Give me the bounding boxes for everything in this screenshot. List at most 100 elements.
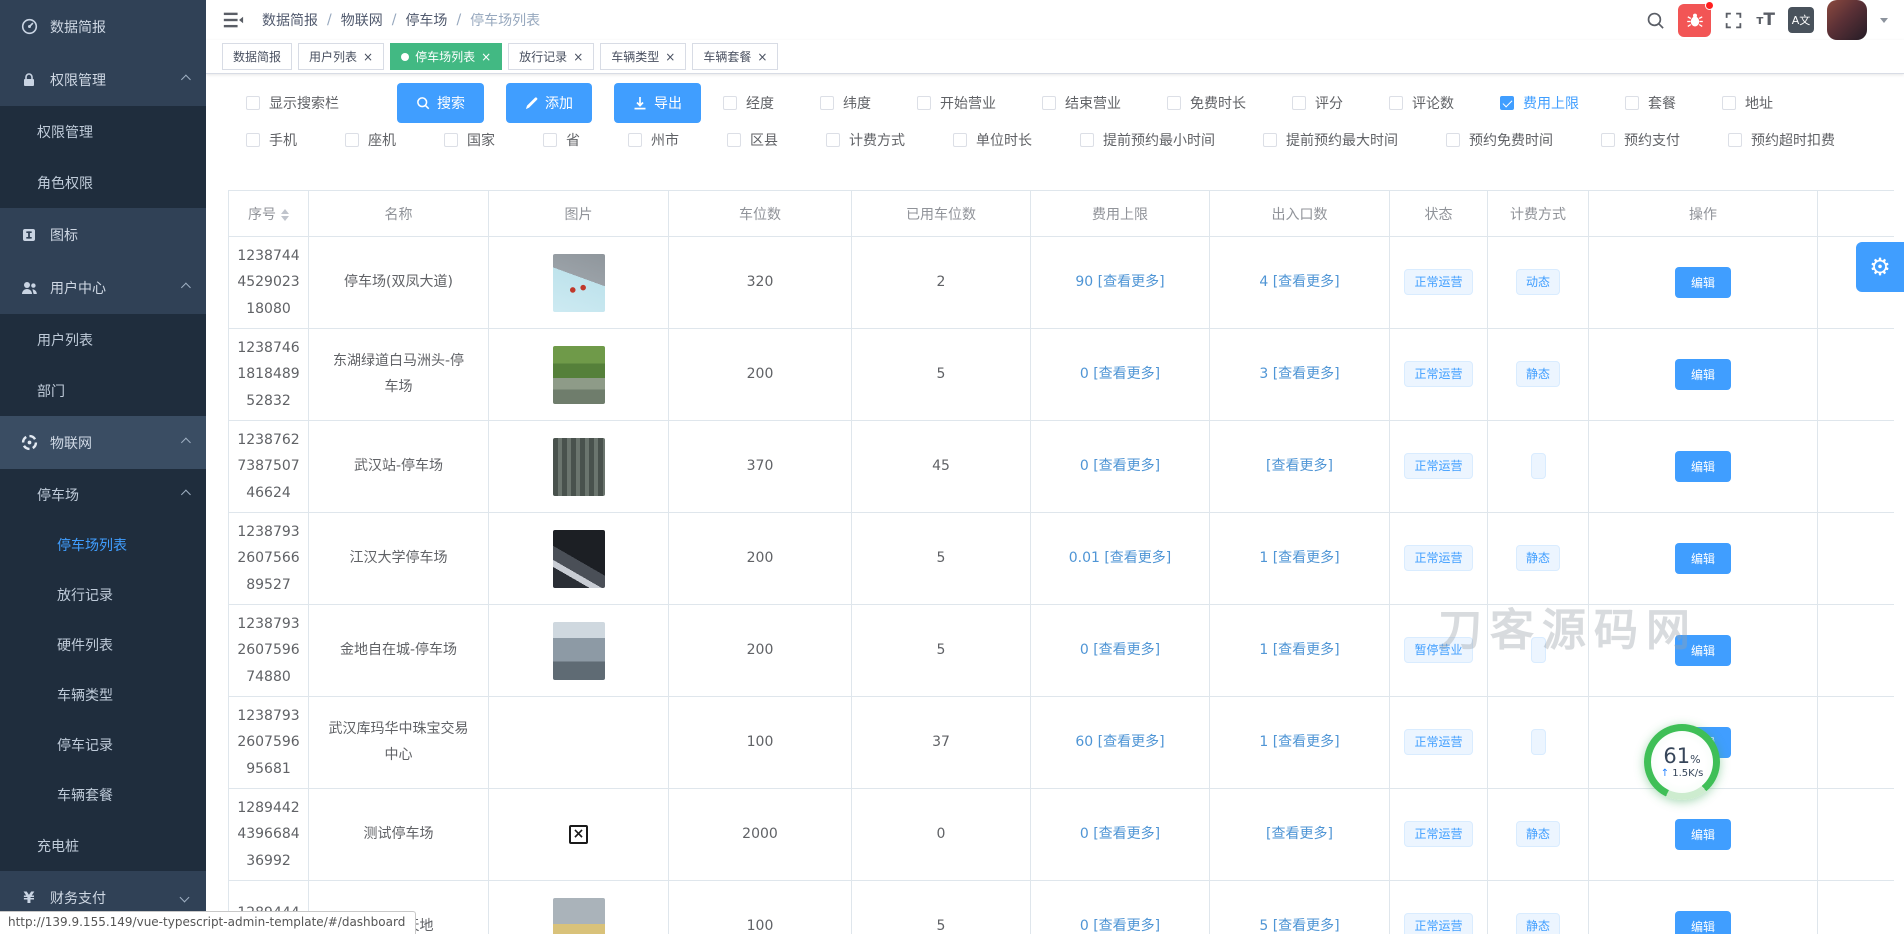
- cell-gates-link[interactable]: 1 [查看更多]: [1210, 697, 1390, 789]
- edit-button[interactable]: 编辑: [1675, 359, 1731, 390]
- cell-fee-cap-link[interactable]: 0 [查看更多]: [1031, 789, 1210, 881]
- filter-checkbox-address[interactable]: 地址: [1722, 93, 1773, 113]
- filter-checkbox-mobile[interactable]: 手机: [246, 130, 297, 150]
- cell-spots: 200: [669, 513, 852, 605]
- tab-vehicle-package[interactable]: 车辆套餐×: [692, 43, 778, 70]
- cell-gates-link[interactable]: 3 [查看更多]: [1210, 329, 1390, 421]
- tab-pass-records[interactable]: 放行记录×: [508, 43, 594, 70]
- translate-icon[interactable]: A文: [1788, 7, 1814, 33]
- export-button[interactable]: 导出: [614, 83, 701, 123]
- breadcrumb-item[interactable]: 物联网: [341, 10, 383, 30]
- sidebar-item-vehicle-package[interactable]: 车辆套餐: [0, 770, 206, 820]
- sidebar-item-department[interactable]: 部门: [0, 365, 206, 416]
- cell-serial: 1238744452902318080: [229, 237, 309, 329]
- breadcrumb-item[interactable]: 数据简报: [262, 10, 318, 30]
- sidebar-item-vehicle-type[interactable]: 车辆类型: [0, 670, 206, 720]
- filter-checkbox-max-reserve-time[interactable]: 提前预约最大时间: [1263, 130, 1398, 150]
- close-icon[interactable]: ×: [363, 51, 373, 63]
- cell-fee-cap-link[interactable]: 0 [查看更多]: [1031, 605, 1210, 697]
- breadcrumb-item[interactable]: 停车场: [405, 10, 447, 30]
- tab-user-list[interactable]: 用户列表×: [298, 43, 384, 70]
- filter-checkbox-landline[interactable]: 座机: [345, 130, 396, 150]
- filter-checkbox-package[interactable]: 套餐: [1625, 93, 1676, 113]
- sort-icon[interactable]: [281, 209, 289, 221]
- sidebar-item-parking-list[interactable]: 停车场列表: [0, 520, 206, 570]
- sidebar-item-pass-records[interactable]: 放行记录: [0, 570, 206, 620]
- cell-fee-cap-link[interactable]: 60 [查看更多]: [1031, 697, 1210, 789]
- sidebar-item-hardware-list[interactable]: 硬件列表: [0, 620, 206, 670]
- sidebar-item-charging-pile[interactable]: 充电桩: [0, 820, 206, 871]
- checkbox-label: 预约超时扣费: [1751, 130, 1835, 150]
- sidebar-item-iot[interactable]: 物联网: [0, 416, 206, 469]
- cell-fee-cap-link[interactable]: 0 [查看更多]: [1031, 881, 1210, 934]
- sidebar-item-role-permission[interactable]: 角色权限: [0, 157, 206, 208]
- filter-checkbox-rating[interactable]: 评分: [1292, 93, 1343, 113]
- cell-image: [489, 697, 669, 789]
- filter-checkbox-city[interactable]: 州市: [628, 130, 679, 150]
- filter-checkbox-district[interactable]: 区县: [727, 130, 778, 150]
- filter-checkbox-min-reserve-time[interactable]: 提前预约最小时间: [1080, 130, 1215, 150]
- add-button[interactable]: 添加: [506, 83, 592, 123]
- close-icon[interactable]: ×: [757, 51, 767, 63]
- cell-gates-link[interactable]: [查看更多]: [1210, 421, 1390, 513]
- filter-checkbox-longitude[interactable]: 经度: [723, 93, 774, 113]
- search-icon[interactable]: [1646, 11, 1665, 30]
- parking-photo: [553, 438, 605, 496]
- sidebar-item-permission-manage[interactable]: 权限管理: [0, 106, 206, 157]
- filter-checkbox-free-duration[interactable]: 免费时长: [1167, 93, 1246, 113]
- show-search-checkbox[interactable]: 显示搜索栏: [246, 93, 339, 113]
- settings-panel-button[interactable]: ⚙: [1856, 242, 1904, 292]
- avatar[interactable]: [1827, 0, 1867, 40]
- edit-button[interactable]: 编辑: [1675, 635, 1731, 666]
- sidebar-item-parking-group[interactable]: 停车场: [0, 469, 206, 520]
- filter-checkbox-latitude[interactable]: 纬度: [820, 93, 871, 113]
- sidebar-item-dashboard[interactable]: 数据简报: [0, 0, 206, 53]
- sidebar-item-user-list[interactable]: 用户列表: [0, 314, 206, 365]
- filter-checkbox-close-time[interactable]: 结束营业: [1042, 93, 1121, 113]
- filter-checkbox-reserve-free-time[interactable]: 预约免费时间: [1446, 130, 1553, 150]
- avatar-dropdown-caret[interactable]: [1880, 18, 1888, 23]
- cell-billing: 静态: [1488, 513, 1589, 605]
- cell-spots: 320: [669, 237, 852, 329]
- edit-button[interactable]: 编辑: [1675, 267, 1731, 298]
- fullscreen-icon[interactable]: [1724, 11, 1743, 30]
- edit-button[interactable]: 编辑: [1675, 819, 1731, 850]
- filter-checkbox-open-time[interactable]: 开始营业: [917, 93, 996, 113]
- filter-checkbox-comment-count[interactable]: 评论数: [1389, 93, 1454, 113]
- cell-fee-cap-link[interactable]: 0.01 [查看更多]: [1031, 513, 1210, 605]
- error-log-button[interactable]: [1678, 4, 1711, 37]
- filter-checkbox-province[interactable]: 省: [543, 130, 580, 150]
- sidebar-item-icons[interactable]: 图标: [0, 208, 206, 261]
- search-button[interactable]: 搜索: [397, 83, 484, 123]
- filter-checkbox-billing-mode[interactable]: 计费方式: [826, 130, 905, 150]
- tab-parking-list[interactable]: 停车场列表×: [390, 43, 502, 70]
- cell-gates-link[interactable]: 1 [查看更多]: [1210, 605, 1390, 697]
- sidebar-item-permission-group[interactable]: 权限管理: [0, 53, 206, 106]
- cell-gates-link[interactable]: 5 [查看更多]: [1210, 881, 1390, 934]
- cell-gates-link[interactable]: 4 [查看更多]: [1210, 237, 1390, 329]
- hamburger-icon[interactable]: [222, 9, 244, 31]
- filter-checkbox-unit-duration[interactable]: 单位时长: [953, 130, 1032, 150]
- edit-button[interactable]: 编辑: [1675, 451, 1731, 482]
- close-icon[interactable]: ×: [481, 51, 491, 63]
- filter-checkbox-reserve-timeout-fee[interactable]: 预约超时扣费: [1728, 130, 1835, 150]
- cell-fee-cap-link[interactable]: 0 [查看更多]: [1031, 421, 1210, 513]
- close-icon[interactable]: ×: [573, 51, 583, 63]
- cell-gates-link[interactable]: 1 [查看更多]: [1210, 513, 1390, 605]
- filter-checkbox-country[interactable]: 国家: [444, 130, 495, 150]
- sidebar-item-label: 停车记录: [57, 735, 113, 755]
- filter-checkbox-reserve-pay[interactable]: 预约支付: [1601, 130, 1680, 150]
- close-icon[interactable]: ×: [665, 51, 675, 63]
- cell-fee-cap-link[interactable]: 0 [查看更多]: [1031, 329, 1210, 421]
- column-header-serial[interactable]: 序号: [229, 191, 309, 237]
- tab-dashboard[interactable]: 数据简报: [222, 43, 292, 70]
- edit-button[interactable]: 编辑: [1675, 911, 1731, 934]
- cell-fee-cap-link[interactable]: 90 [查看更多]: [1031, 237, 1210, 329]
- cell-gates-link[interactable]: [查看更多]: [1210, 789, 1390, 881]
- filter-checkbox-fee-cap[interactable]: 费用上限: [1500, 93, 1579, 113]
- tab-vehicle-type[interactable]: 车辆类型×: [600, 43, 686, 70]
- edit-button[interactable]: 编辑: [1675, 543, 1731, 574]
- sidebar-item-user-center[interactable]: 用户中心: [0, 261, 206, 314]
- font-size-icon[interactable]: тT: [1756, 10, 1775, 30]
- sidebar-item-parking-records[interactable]: 停车记录: [0, 720, 206, 770]
